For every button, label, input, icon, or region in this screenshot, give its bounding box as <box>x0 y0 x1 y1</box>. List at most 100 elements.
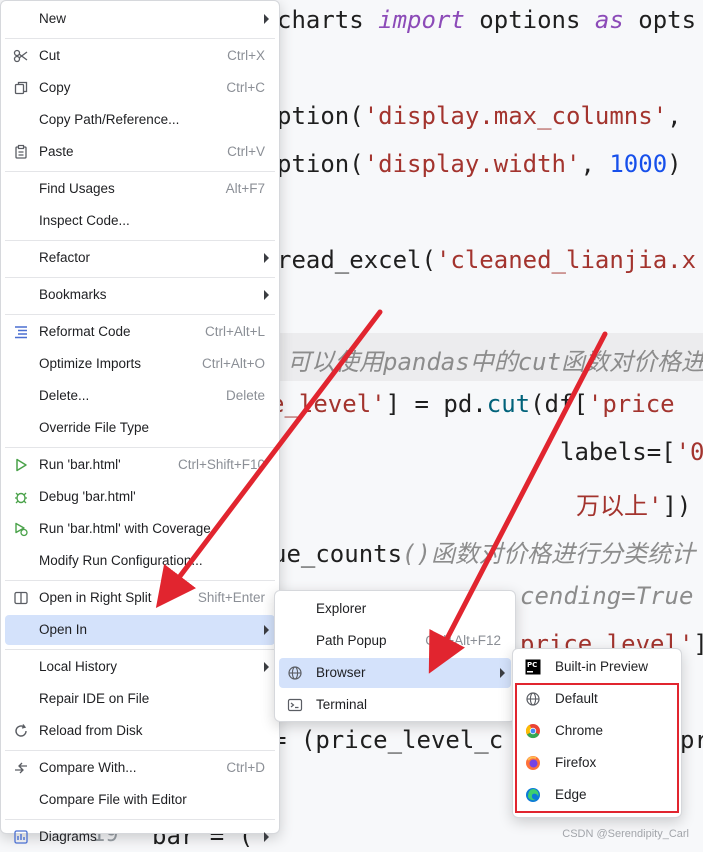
menu-inspect-code[interactable]: Inspect Code... <box>5 206 275 236</box>
menu-modify-run-config[interactable]: Modify Run Configuration... <box>5 546 275 576</box>
code-line: 可以使用pandas中的cut函数对价格进行 <box>287 342 703 377</box>
code-token: charts <box>277 6 379 34</box>
watermark: CSDN @Serendipity_Carl <box>562 828 689 840</box>
menu-item-label: Modify Run Configuration... <box>39 553 203 568</box>
menu-separator <box>5 171 275 172</box>
menu-item-label: Debug 'bar.html' <box>39 489 136 504</box>
menu-item-shortcut: Ctrl+Alt+F12 <box>425 633 501 648</box>
code-line: = (price_level_c <box>272 726 503 754</box>
menu-copy[interactable]: Copy Ctrl+C <box>5 73 275 103</box>
reload-icon <box>13 723 29 739</box>
openin-browser[interactable]: Browser <box>279 658 511 688</box>
menu-item-label: Optimize Imports <box>39 356 142 371</box>
menu-item-shortcut: Ctrl+C <box>226 80 265 95</box>
code-token: ) <box>667 150 682 178</box>
split-icon <box>13 590 29 606</box>
menu-item-label: Terminal <box>316 697 368 712</box>
code-token: opts <box>623 6 697 34</box>
menu-repair-ide[interactable]: Repair IDE on File <box>5 684 275 714</box>
openin-explorer[interactable]: Explorer <box>279 594 511 624</box>
code-token: ()函数对价格进行分类统计 <box>402 540 695 568</box>
menu-item-shortcut: Ctrl+X <box>227 48 265 63</box>
menu-debug[interactable]: Debug 'bar.html' <box>5 482 275 512</box>
menu-optimize-imports[interactable]: Optimize Imports Ctrl+Alt+O <box>5 349 275 379</box>
menu-run-coverage[interactable]: Run 'bar.html' with Coverage <box>5 514 275 544</box>
menu-new[interactable]: New <box>5 4 275 34</box>
context-menu: New Cut Ctrl+X Copy Ctrl+C Copy Path/Referenc… <box>0 0 280 844</box>
chevron-right-icon <box>264 662 269 672</box>
menu-compare-editor[interactable]: Compare File with Editor <box>5 785 275 815</box>
paste-icon <box>13 144 29 160</box>
menu-item-label: New <box>39 11 67 26</box>
menu-cut[interactable]: Cut Ctrl+X <box>5 41 275 71</box>
code-token: , <box>667 102 682 130</box>
coverage-icon <box>13 521 29 537</box>
annotation-highlight-box <box>515 683 679 813</box>
debug-icon <box>13 489 29 505</box>
menu-item-shortcut: Delete <box>225 388 265 403</box>
scissors-icon <box>13 48 29 64</box>
menu-item-label: Open in Right Split <box>39 590 152 605</box>
openin-terminal[interactable]: Terminal <box>279 690 511 720</box>
menu-item-label: Override File Type <box>39 420 150 435</box>
menu-delete[interactable]: Delete... Delete <box>5 381 275 411</box>
menu-refactor[interactable]: Refactor <box>5 243 275 273</box>
code-token: (df[ <box>530 390 588 418</box>
diagram-icon <box>13 829 29 845</box>
menu-open-right-split[interactable]: Open in Right Split Shift+Enter <box>5 583 275 613</box>
menu-item-label: Compare With... <box>39 760 137 775</box>
menu-paste[interactable]: Paste Ctrl+V <box>5 137 275 167</box>
menu-item-label: Copy Path/Reference... <box>39 112 180 127</box>
menu-bookmarks[interactable]: Bookmarks <box>5 280 275 310</box>
menu-item-shortcut: Ctrl+Shift+F10 <box>177 457 265 472</box>
menu-copy-path[interactable]: Copy Path/Reference... <box>5 105 275 135</box>
menu-separator <box>5 750 275 751</box>
code-token: 可以使用pandas中的cut函数对价格进行 <box>287 348 703 376</box>
menu-item-label: Open In <box>39 622 88 637</box>
svg-text:PC: PC <box>527 661 537 669</box>
menu-local-history[interactable]: Local History <box>5 652 275 682</box>
menu-separator <box>5 277 275 278</box>
menu-reformat-code[interactable]: Reformat Code Ctrl+Alt+L <box>5 317 275 347</box>
menu-separator <box>5 240 275 241</box>
menu-separator <box>5 447 275 448</box>
code-token: ] <box>693 630 703 658</box>
menu-item-shortcut: Ctrl+D <box>226 760 265 775</box>
browser-builtin-preview[interactable]: PC Built-in Preview <box>517 652 677 682</box>
menu-item-shortcut: Ctrl+V <box>227 144 265 159</box>
code-token: 'price <box>587 390 675 418</box>
menu-item-label: Local History <box>39 659 118 674</box>
menu-item-label: Find Usages <box>39 181 115 196</box>
menu-item-label: Repair IDE on File <box>39 691 150 706</box>
menu-item-label: Paste <box>39 144 74 159</box>
chevron-right-icon <box>264 14 269 24</box>
menu-open-in[interactable]: Open In <box>5 615 275 645</box>
menu-diagrams[interactable]: Diagrams <box>5 822 275 852</box>
code-line: cending=True <box>520 582 693 610</box>
compare-icon <box>13 760 29 776</box>
code-token: 'cleaned_lianjia.x <box>435 246 697 274</box>
code-token: ] = pd. <box>385 390 487 418</box>
menu-item-shortcut: Ctrl+Alt+L <box>204 324 265 339</box>
chevron-right-icon <box>264 253 269 263</box>
code-token: labels=[ <box>560 438 676 466</box>
code-token: pr <box>680 726 703 754</box>
openin-path-popup[interactable]: Path Popup Ctrl+Alt+F12 <box>279 626 511 656</box>
code-token: ption( <box>277 102 364 130</box>
open-in-submenu: Explorer Path Popup Ctrl+Alt+F12 Browser Ter… <box>274 590 516 722</box>
menu-reload-disk[interactable]: Reload from Disk <box>5 716 275 746</box>
code-token: options <box>464 6 595 34</box>
menu-separator <box>5 314 275 315</box>
menu-item-label: Refactor <box>39 250 91 265</box>
chevron-right-icon <box>264 832 269 842</box>
menu-compare-with[interactable]: Compare With... Ctrl+D <box>5 753 275 783</box>
code-token: '0 <box>675 438 703 466</box>
menu-override-file-type[interactable]: Override File Type <box>5 413 275 443</box>
menu-item-label: Reformat Code <box>39 324 131 339</box>
run-icon <box>13 457 29 473</box>
menu-item-label: Inspect Code... <box>39 213 130 228</box>
code-line: ption('display.max_columns', <box>277 102 682 130</box>
menu-run[interactable]: Run 'bar.html' Ctrl+Shift+F10 <box>5 450 275 480</box>
menu-find-usages[interactable]: Find Usages Alt+F7 <box>5 174 275 204</box>
menu-item-label: Delete... <box>39 388 90 403</box>
